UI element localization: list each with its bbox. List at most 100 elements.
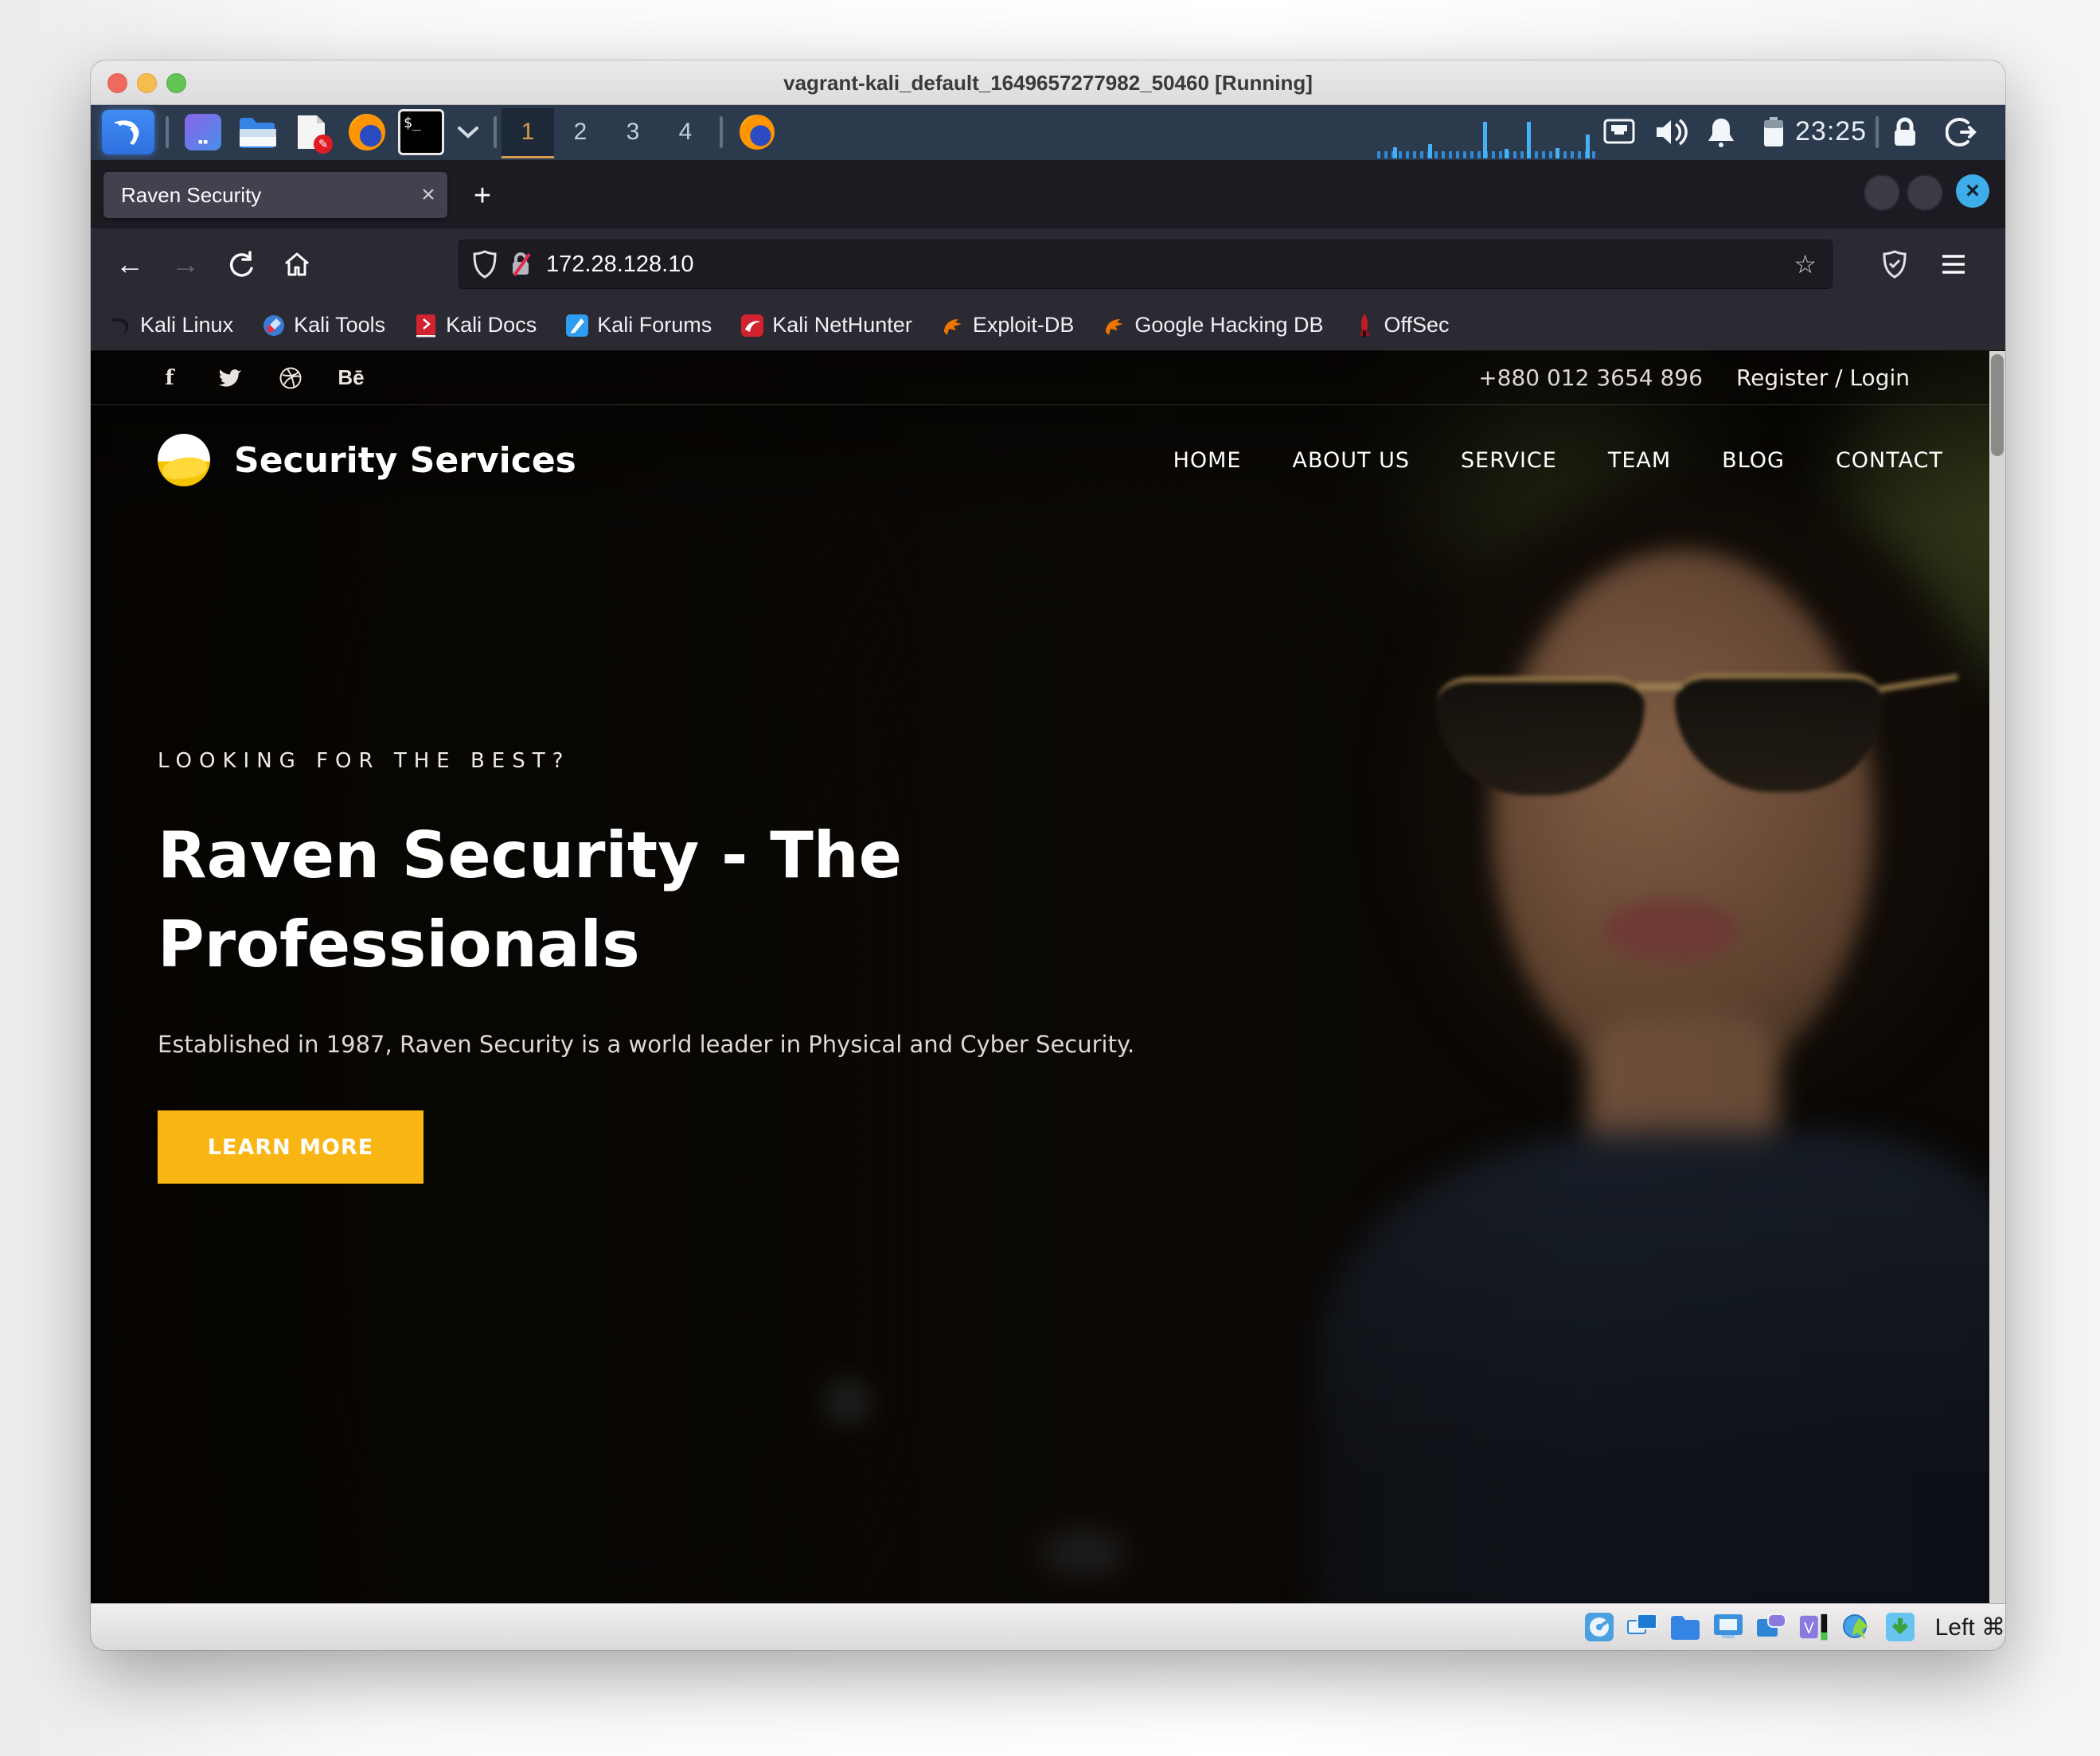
host-key-label: Left ⌘	[1935, 1614, 2005, 1641]
dribbble-icon[interactable]	[279, 366, 303, 390]
new-tab-button[interactable]: +	[463, 178, 502, 214]
url-bar[interactable]: 172.28.128.10 ☆	[459, 240, 1833, 289]
vm-window: vagrant-kali_default_1649657277982_50460…	[91, 60, 2005, 1650]
firefox-icon	[349, 114, 385, 150]
hard-disk-icon[interactable]	[1583, 1611, 1615, 1643]
offsec-favicon	[1353, 314, 1376, 338]
kali-dragon-icon	[111, 115, 146, 150]
facebook-icon[interactable]: f	[158, 366, 182, 390]
hero-kicker: LOOKING FOR THE BEST?	[158, 749, 1272, 773]
bookmark-offsec[interactable]: OffSec	[1353, 313, 1450, 338]
workspace-2[interactable]: 2	[554, 108, 607, 156]
hero-description: Established in 1987, Raven Security is a…	[158, 1031, 1272, 1058]
processor-icon[interactable]: V	[1798, 1611, 1830, 1643]
app-window-icon: ▪▪	[185, 114, 221, 150]
protections-shield-icon[interactable]	[1873, 243, 1916, 286]
scrollbar-thumb[interactable]	[1991, 354, 2004, 456]
workspace-3[interactable]: 3	[607, 108, 659, 156]
launcher-firefox[interactable]	[344, 113, 390, 151]
browser-tab[interactable]: Raven Security ×	[103, 172, 447, 218]
window-title: vagrant-kali_default_1649657277982_50460…	[91, 71, 2005, 96]
nav-service[interactable]: SERVICE	[1461, 448, 1557, 473]
bookmark-exploit-db[interactable]: Exploit-DB	[941, 313, 1075, 338]
site-nav: HOME ABOUT US SERVICE TEAM BLOG CONTACT	[1173, 448, 1943, 473]
page-content: f Bē +880 012 3654 896 Register / Login …	[91, 351, 2005, 1618]
bookmark-star-icon[interactable]: ☆	[1794, 249, 1817, 279]
brand-name: Security Services	[234, 440, 576, 481]
kali-menu-button[interactable]	[102, 110, 154, 154]
firefox-icon	[740, 115, 775, 150]
chevron-down-icon	[458, 126, 478, 139]
bookmarks-toolbar: Kali Linux Kali Tools Kali Docs Kali For…	[91, 300, 2005, 351]
launcher-expand-chevron[interactable]	[451, 113, 486, 151]
site-logo[interactable]: Security Services	[158, 434, 576, 486]
shared-clipboard-icon[interactable]	[1884, 1611, 1916, 1643]
nav-blog[interactable]: BLOG	[1722, 448, 1785, 473]
workspace-4[interactable]: 4	[659, 108, 712, 156]
taskbar-firefox-window[interactable]	[734, 113, 780, 151]
nav-contact[interactable]: CONTACT	[1836, 448, 1943, 473]
bookmark-kali-linux[interactable]: Kali Linux	[108, 313, 233, 338]
mouse-integration-icon[interactable]	[1841, 1611, 1873, 1643]
hero-section: LOOKING FOR THE BEST? Raven Security - T…	[158, 749, 1272, 1184]
battery-icon[interactable]	[1762, 115, 1785, 150]
display-icon[interactable]	[1712, 1611, 1744, 1643]
audio-visualizer	[1377, 119, 1597, 160]
menu-hamburger-icon[interactable]	[1932, 243, 1975, 286]
panel-separator	[494, 116, 497, 148]
site-topbar: f Bē +880 012 3654 896 Register / Login	[91, 351, 2005, 405]
file-manager-icon	[238, 115, 276, 150]
social-links: f Bē	[158, 366, 363, 390]
svg-text:V: V	[1804, 1621, 1814, 1637]
panel-separator	[166, 116, 169, 148]
nav-team[interactable]: TEAM	[1608, 448, 1671, 473]
reload-button[interactable]	[220, 243, 263, 286]
webcam-icon[interactable]	[1755, 1611, 1787, 1643]
home-button[interactable]	[275, 243, 318, 286]
twitter-icon[interactable]	[218, 366, 242, 390]
page-scrollbar[interactable]	[1989, 351, 2005, 1618]
network-adapters-icon[interactable]	[1626, 1611, 1658, 1643]
network-tray-icon[interactable]	[1603, 115, 1635, 150]
brand-logo-icon	[158, 434, 210, 486]
launcher-text-editor[interactable]: ✎	[288, 113, 334, 151]
launcher-file-manager[interactable]	[234, 113, 280, 151]
bookmark-kali-docs[interactable]: Kali Docs	[414, 313, 537, 338]
nav-home[interactable]: HOME	[1173, 448, 1242, 473]
lock-screen-icon[interactable]	[1891, 115, 1918, 150]
bookmark-kali-nethunter[interactable]: Kali NetHunter	[740, 313, 912, 338]
hero-title: Raven Security - The Professionals	[158, 811, 1161, 989]
panel-separator	[1876, 116, 1879, 148]
back-button[interactable]: ←	[108, 243, 151, 286]
notifications-bell-icon[interactable]	[1707, 115, 1735, 150]
launcher-app-window[interactable]: ▪▪	[180, 113, 226, 151]
learn-more-button[interactable]: LEARN MORE	[158, 1110, 424, 1184]
panel-separator	[720, 116, 723, 148]
launcher-terminal[interactable]: $_	[398, 113, 444, 151]
bookmark-google-hacking-db[interactable]: Google Hacking DB	[1103, 313, 1323, 338]
url-text[interactable]: 172.28.128.10	[546, 252, 1794, 278]
bookmark-kali-tools[interactable]: Kali Tools	[262, 313, 385, 338]
register-login-link[interactable]: Register / Login	[1736, 365, 1910, 391]
vbox-statusbar: V Left ⌘	[91, 1603, 2005, 1650]
shared-folders-icon[interactable]	[1669, 1611, 1701, 1643]
tab-close-icon[interactable]: ×	[409, 181, 447, 209]
volume-icon[interactable]	[1655, 115, 1690, 150]
tab-title: Raven Security	[103, 183, 409, 208]
xfwm-maximize-button[interactable]	[1907, 174, 1943, 211]
insecure-lock-icon[interactable]	[509, 251, 532, 278]
phone-number: +880 012 3654 896	[1478, 365, 1703, 391]
xfwm-close-button[interactable]: ×	[1956, 174, 1989, 208]
forward-button[interactable]: →	[164, 243, 207, 286]
site-header: Security Services HOME ABOUT US SERVICE …	[91, 404, 2005, 516]
logout-icon[interactable]	[1946, 115, 1977, 150]
bookmark-kali-forums[interactable]: Kali Forums	[565, 313, 712, 338]
panel-clock[interactable]: 23:25	[1795, 116, 1867, 147]
workspace-1[interactable]: 1	[502, 108, 554, 158]
xfwm-minimize-button[interactable]	[1864, 174, 1900, 211]
kali-linux-favicon	[108, 314, 132, 338]
behance-icon[interactable]: Bē	[339, 366, 363, 390]
tracking-protection-shield-icon[interactable]	[473, 250, 497, 279]
kali-nethunter-favicon	[740, 314, 764, 338]
nav-about-us[interactable]: ABOUT US	[1293, 448, 1411, 473]
